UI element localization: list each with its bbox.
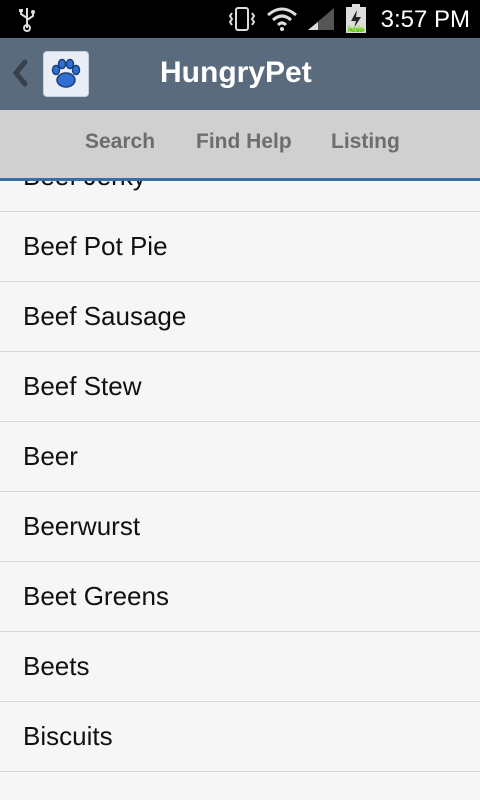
list-item-label: Beef Sausage [23, 301, 187, 331]
list-item[interactable]: Biscuits [0, 702, 480, 772]
list-item-label: Beets [23, 651, 90, 681]
clock: 3:57 PM [380, 6, 470, 33]
paw-icon [51, 58, 81, 88]
food-list[interactable]: Beef Jerky Beef Pot Pie Beef Sausage Bee… [0, 181, 480, 800]
list-item[interactable]: Beef Sausage [0, 282, 480, 352]
tab-find-help[interactable]: Find Help [196, 130, 292, 154]
vibrate-icon [228, 7, 256, 31]
app-icon[interactable] [43, 51, 89, 97]
back-chevron-icon[interactable] [10, 56, 30, 90]
list-item-label: Beerwurst [23, 511, 141, 541]
signal-icon [308, 8, 334, 30]
usb-icon [19, 8, 35, 32]
app-title: HungryPet [160, 56, 312, 89]
battery-percent: 14% [346, 24, 365, 34]
list-item-label: Beef Stew [23, 371, 142, 401]
tab-bar: Search Find Help Listing [0, 110, 480, 181]
list-item[interactable]: Beef Jerky [0, 181, 480, 212]
list-item[interactable]: Beet Greens [0, 562, 480, 632]
list-item[interactable]: Beerwurst [0, 492, 480, 562]
list-item-label: Beet Greens [23, 581, 169, 611]
list-item[interactable]: Beef Pot Pie [0, 212, 480, 282]
tab-search[interactable]: Search [85, 130, 155, 154]
list-item-label: Beef Pot Pie [23, 231, 168, 261]
tab-listing[interactable]: Listing [331, 130, 400, 154]
list-item-label: Biscuits [23, 721, 113, 751]
list-item[interactable]: Beef Stew [0, 352, 480, 422]
list-item-label: Beef Jerky [23, 181, 146, 192]
action-bar: HungryPet [0, 38, 480, 111]
list-item-label: Beer [23, 441, 78, 471]
status-bar: 14% 3:57 PM [0, 0, 480, 38]
list-item[interactable]: Beer [0, 422, 480, 492]
wifi-icon [267, 7, 297, 31]
list-item[interactable]: Beets [0, 632, 480, 702]
